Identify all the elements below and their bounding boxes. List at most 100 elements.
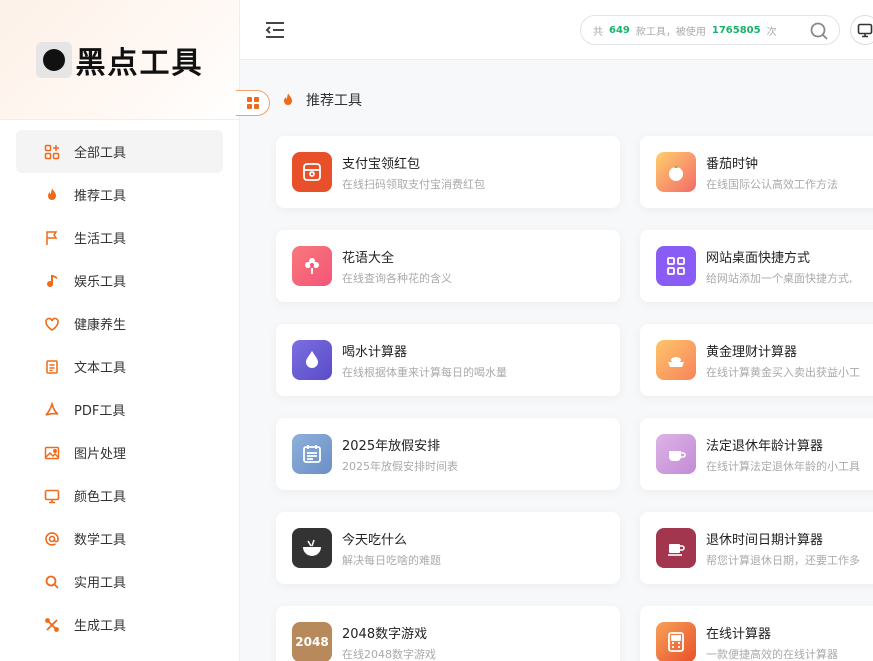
sidebar-item-life[interactable]: 生活工具 xyxy=(16,216,223,259)
sidebar-item-color[interactable]: 颜色工具 xyxy=(16,474,223,517)
top-header: 共 649 款工具，被使用 1765805 次 xyxy=(240,0,873,60)
tomato-icon xyxy=(656,152,696,192)
card-desc: 在线计算黄金买入卖出获益小工 xyxy=(706,366,860,379)
bowl-icon xyxy=(292,528,332,568)
sidebar-item-label: 生成工具 xyxy=(74,619,127,634)
music-note-icon xyxy=(44,273,60,289)
search-middle: 款工具，被使用 xyxy=(635,26,706,38)
2048-icon: 2048 xyxy=(292,622,332,661)
tool-card[interactable]: 支付宝领红包 在线扫码领取支付宝消费红包 xyxy=(276,136,620,208)
2048-badge: 2048 xyxy=(295,635,329,649)
card-title: 番茄时钟 xyxy=(706,157,759,172)
tools-icon xyxy=(44,617,60,633)
logo-text: 黑点工具 xyxy=(75,45,204,81)
card-desc: 2025年放假安排时间表 xyxy=(342,460,458,473)
flower-icon xyxy=(292,246,332,286)
card-title: 网站桌面快捷方式 xyxy=(706,251,811,266)
sidebar-item-label: 图片处理 xyxy=(74,447,127,462)
sidebar-item-label: 生活工具 xyxy=(74,232,127,247)
sidebar-item-label: PDF工具 xyxy=(74,404,126,419)
card-desc: 在线查询各种花的含义 xyxy=(342,272,452,285)
tool-card[interactable]: 2048 2048数字游戏 在线2048数字游戏 xyxy=(276,606,620,661)
sidebar-item-text[interactable]: 文本工具 xyxy=(16,345,223,388)
card-title: 喝水计算器 xyxy=(342,345,408,360)
tool-card[interactable]: 黄金理财计算器 在线计算黄金买入卖出获益小工 xyxy=(640,324,873,396)
sidebar-item-math[interactable]: 数学工具 xyxy=(16,517,223,560)
sidebar-item-label: 文本工具 xyxy=(74,361,127,376)
sidebar-item-generate[interactable]: 生成工具 xyxy=(16,603,223,646)
card-title: 花语大全 xyxy=(342,251,395,266)
search-input[interactable]: 共 649 款工具，被使用 1765805 次 xyxy=(580,15,840,45)
tool-card[interactable]: 2025年放假安排 2025年放假安排时间表 xyxy=(276,418,620,490)
card-title: 今天吃什么 xyxy=(342,533,408,548)
card-desc: 在线计算法定退休年龄的小工具 xyxy=(706,460,860,473)
tool-card[interactable]: 花语大全 在线查询各种花的含义 xyxy=(276,230,620,302)
at-sign-icon xyxy=(44,531,60,547)
use-count: 1765805 xyxy=(711,24,761,36)
search-prefix: 共 xyxy=(593,26,603,38)
sidebar-item-image[interactable]: 图片处理 xyxy=(16,431,223,474)
card-title: 在线计算器 xyxy=(706,627,772,642)
tool-card[interactable]: 今天吃什么 解决每日吃啥的难题 xyxy=(276,512,620,584)
sidebar-item-label: 健康养生 xyxy=(74,318,127,333)
sidebar-item-label: 推荐工具 xyxy=(74,189,127,204)
sidebar-item-label: 娱乐工具 xyxy=(74,275,127,290)
tool-card[interactable]: 喝水计算器 在线根据体重来计算每日的喝水量 xyxy=(276,324,620,396)
card-desc: 解决每日吃啥的难题 xyxy=(342,554,441,567)
monitor-icon xyxy=(857,22,873,38)
card-desc: 给网站添加一个桌面快捷方式, xyxy=(706,272,853,285)
grid-apps-icon xyxy=(656,246,696,286)
tool-count: 649 xyxy=(609,24,630,36)
card-title: 黄金理财计算器 xyxy=(706,345,798,360)
flag-icon xyxy=(44,230,60,246)
sidebar-item-entertainment[interactable]: 娱乐工具 xyxy=(16,259,223,302)
sidebar-item-utility[interactable]: 实用工具 xyxy=(16,560,223,603)
tool-card[interactable]: 在线计算器 一款便捷高效的在线计算器 xyxy=(640,606,873,661)
logo-area: 黑点工具 xyxy=(0,0,239,120)
image-icon xyxy=(44,445,60,461)
sidebar-item-recommended[interactable]: 推荐工具 xyxy=(16,173,223,216)
sidebar-nav: 全部工具 推荐工具 生活工具 娱乐工具 健康养生 文本工具 PDF工具 图片处理… xyxy=(0,120,239,646)
magnify-icon xyxy=(44,574,60,590)
menu-collapse-icon[interactable] xyxy=(264,20,286,40)
heart-icon xyxy=(44,316,60,332)
calculator-icon xyxy=(656,622,696,661)
water-drop-icon xyxy=(292,340,332,380)
card-desc: 帮您计算退休日期，还要工作多 xyxy=(706,554,860,567)
tool-card[interactable]: 网站桌面快捷方式 给网站添加一个桌面快捷方式, xyxy=(640,230,873,302)
search-icon[interactable] xyxy=(809,21,829,41)
gold-ingot-icon xyxy=(656,340,696,380)
tool-card[interactable]: 法定退休年龄计算器 在线计算法定退休年龄的小工具 xyxy=(640,418,873,490)
sidebar-item-label: 颜色工具 xyxy=(74,490,127,505)
mug-icon xyxy=(656,528,696,568)
coffee-cup-icon xyxy=(656,434,696,474)
sidebar-item-label: 实用工具 xyxy=(74,576,127,591)
card-desc: 在线2048数字游戏 xyxy=(342,648,436,661)
sidebar-item-pdf[interactable]: PDF工具 xyxy=(16,388,223,431)
sidebar-item-label: 全部工具 xyxy=(74,146,127,161)
card-title: 2025年放假安排 xyxy=(342,439,441,454)
sidebar: 黑点工具 全部工具 推荐工具 生活工具 娱乐工具 健康养生 文本工具 PDF工具… xyxy=(0,0,240,661)
site-logo[interactable]: 黑点工具 xyxy=(35,38,204,82)
content-area: 支付宝领红包 在线扫码领取支付宝消费红包 番茄时钟 在线国际公认高效工作方法 花… xyxy=(240,60,873,661)
card-title: 2048数字游戏 xyxy=(342,627,428,642)
card-desc: 一款便捷高效的在线计算器 xyxy=(706,648,838,661)
card-desc: 在线国际公认高效工作方法 xyxy=(706,178,838,191)
flame-icon xyxy=(44,187,60,203)
logo-dot-icon xyxy=(35,41,72,78)
sidebar-item-health[interactable]: 健康养生 xyxy=(16,302,223,345)
document-icon xyxy=(44,359,60,375)
card-desc: 在线扫码领取支付宝消费红包 xyxy=(342,178,485,191)
desktop-view-button[interactable] xyxy=(850,15,873,45)
pdf-icon xyxy=(44,401,60,418)
card-desc: 在线根据体重来计算每日的喝水量 xyxy=(342,366,507,379)
tool-card[interactable]: 番茄时钟 在线国际公认高效工作方法 xyxy=(640,136,873,208)
card-title: 支付宝领红包 xyxy=(342,157,421,172)
red-packet-icon xyxy=(292,152,332,192)
search-suffix: 次 xyxy=(766,26,777,38)
sidebar-item-all[interactable]: 全部工具 xyxy=(16,130,223,173)
apps-icon xyxy=(44,144,60,160)
card-title: 法定退休年龄计算器 xyxy=(706,439,824,454)
tool-card[interactable]: 退休时间日期计算器 帮您计算退休日期，还要工作多 xyxy=(640,512,873,584)
card-title: 退休时间日期计算器 xyxy=(706,533,824,548)
